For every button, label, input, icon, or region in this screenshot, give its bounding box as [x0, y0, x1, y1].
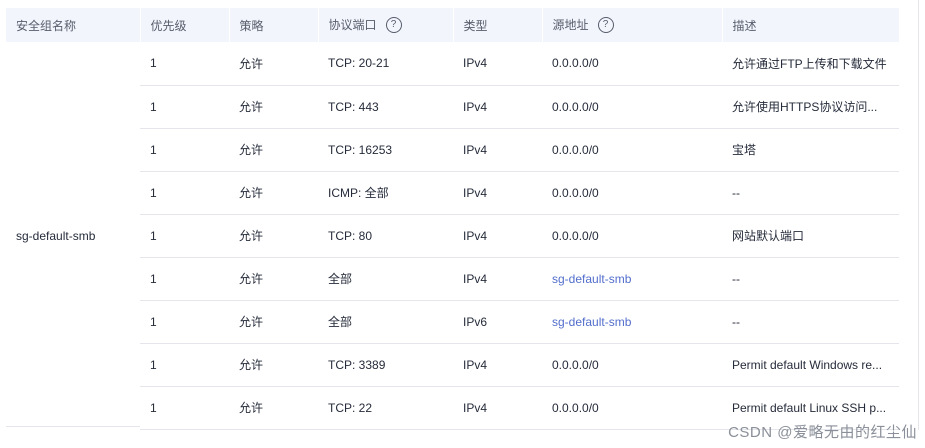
policy-cell: 允许 [229, 300, 318, 344]
source-group-link[interactable]: sg-default-smb [552, 315, 631, 329]
description-cell: -- [722, 171, 899, 215]
table-row: 1 允许 TCP: 16253 IPv4 0.0.0.0/0 宝塔 [6, 128, 899, 172]
source-cell: 0.0.0.0/0 [542, 171, 722, 215]
col-header-type: 类型 [452, 8, 542, 42]
priority-cell: 1 [140, 257, 229, 301]
source-cell: 0.0.0.0/0 [542, 128, 722, 172]
description-cell: 宝塔 [722, 128, 899, 172]
priority-cell: 1 [140, 214, 229, 258]
policy-cell: 允许 [229, 257, 318, 301]
protocol-port-cell: TCP: 3389 [318, 343, 453, 387]
rules-table: 安全组名称 优先级 策略 协议端口? 类型 源地址? 描述 sg-default… [6, 8, 899, 430]
protocol-port-cell: TCP: 443 [318, 85, 453, 129]
table-row: 1 允许 全部 IPv4 sg-default-smb -- [6, 257, 899, 301]
table-row: 1 允许 ICMP: 全部 IPv4 0.0.0.0/0 -- [6, 171, 899, 215]
col-header-source-label: 源地址 [552, 18, 589, 33]
col-header-protocol-port: 协议端口? [317, 8, 453, 42]
type-cell: IPv4 [453, 257, 542, 301]
priority-cell: 1 [140, 171, 229, 215]
help-icon[interactable]: ? [597, 16, 614, 33]
description-cell: 允许通过FTP上传和下载文件 [722, 42, 899, 86]
col-header-policy: 策略 [228, 8, 318, 42]
priority-cell: 1 [140, 85, 229, 129]
policy-cell: 允许 [229, 386, 318, 430]
type-cell: IPv6 [453, 300, 542, 344]
priority-cell: 1 [140, 42, 229, 86]
table-right-border [918, 0, 919, 430]
protocol-port-cell: TCP: 20-21 [318, 42, 453, 86]
protocol-port-cell: 全部 [318, 257, 453, 301]
table-header-row: 安全组名称 优先级 策略 协议端口? 类型 源地址? 描述 [6, 8, 899, 42]
protocol-port-cell: TCP: 22 [318, 386, 453, 430]
security-group-rules-panel: 安全组名称 优先级 策略 协议端口? 类型 源地址? 描述 sg-default… [0, 0, 925, 448]
policy-cell: 允许 [229, 214, 318, 258]
protocol-port-cell: 全部 [318, 300, 453, 344]
source-cell: sg-default-smb [542, 300, 722, 344]
col-header-description: 描述 [721, 8, 899, 42]
type-cell: IPv4 [453, 214, 542, 258]
col-header-priority: 优先级 [139, 8, 229, 42]
priority-cell: 1 [140, 300, 229, 344]
type-cell: IPv4 [453, 128, 542, 172]
security-group-name: sg-default-smb [16, 228, 96, 243]
table-row: 1 允许 TCP: 80 IPv4 0.0.0.0/0 网站默认端口 [6, 214, 899, 258]
table-row: 1 允许 TCP: 3389 IPv4 0.0.0.0/0 Permit default … [6, 343, 899, 387]
protocol-port-cell: ICMP: 全部 [318, 171, 453, 215]
type-cell: IPv4 [453, 171, 542, 215]
type-cell: IPv4 [453, 42, 542, 86]
col-header-source: 源地址? [541, 8, 722, 42]
type-cell: IPv4 [453, 85, 542, 129]
col-header-group-name: 安全组名称 [16, 18, 77, 33]
source-group-link[interactable]: sg-default-smb [552, 272, 631, 286]
protocol-port-cell: TCP: 80 [318, 214, 453, 258]
description-cell: 允许使用HTTPS协议访问... [722, 85, 899, 129]
description-cell: 网站默认端口 [722, 214, 899, 258]
description-cell: Permit default Windows re... [722, 343, 899, 387]
priority-cell: 1 [140, 386, 229, 430]
priority-cell: 1 [140, 128, 229, 172]
protocol-port-cell: TCP: 16253 [318, 128, 453, 172]
source-cell: 0.0.0.0/0 [542, 386, 722, 430]
source-cell: 0.0.0.0/0 [542, 42, 722, 86]
source-cell: 0.0.0.0/0 [542, 85, 722, 129]
type-cell: IPv4 [453, 343, 542, 387]
source-cell: sg-default-smb [542, 257, 722, 301]
col-header-protocol-port-label: 协议端口 [328, 18, 377, 33]
policy-cell: 允许 [229, 171, 318, 215]
description-cell: -- [722, 257, 899, 301]
policy-cell: 允许 [229, 343, 318, 387]
policy-cell: 允许 [229, 128, 318, 172]
help-icon[interactable]: ? [385, 16, 402, 33]
watermark: CSDN @爱略无由的红尘仙 [728, 424, 917, 441]
table-row: 1 允许 TCP: 443 IPv4 0.0.0.0/0 允许使用HTTPS协议访问... [6, 85, 899, 129]
description-cell: -- [722, 300, 899, 344]
policy-cell: 允许 [229, 85, 318, 129]
table-row: sg-default-smb 1 允许 TCP: 20-21 IPv4 0.0.0.0/0… [6, 42, 899, 243]
group-cell-bottom-border [6, 426, 140, 427]
policy-cell: 允许 [229, 42, 318, 86]
type-cell: IPv4 [453, 386, 542, 430]
source-cell: 0.0.0.0/0 [542, 214, 722, 258]
table-row: 1 允许 全部 IPv6 sg-default-smb -- [6, 300, 899, 344]
priority-cell: 1 [140, 343, 229, 387]
source-cell: 0.0.0.0/0 [542, 343, 722, 387]
